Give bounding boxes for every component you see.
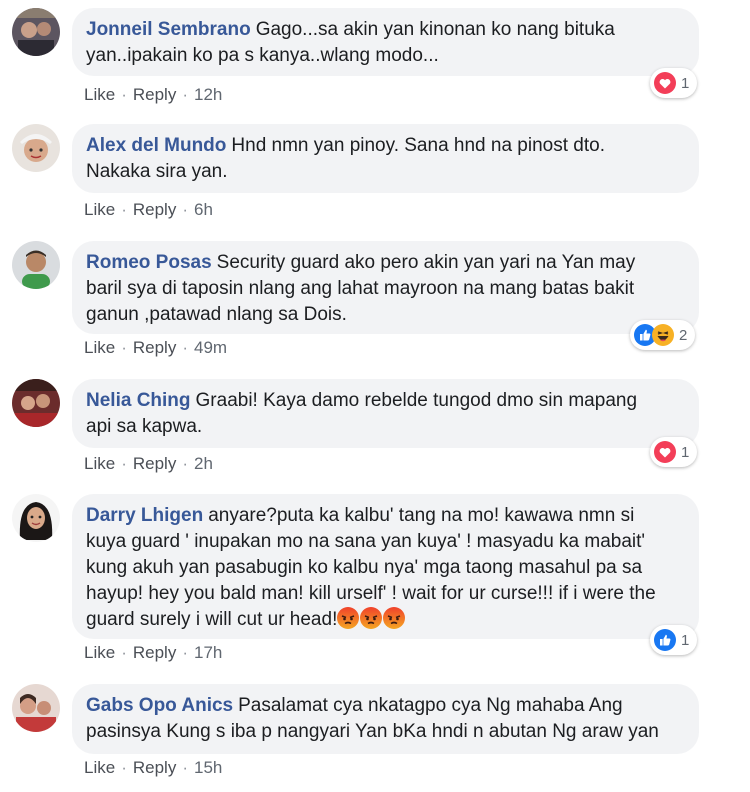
reply-link[interactable]: Reply bbox=[133, 200, 176, 219]
comment-text: Nakaka sira yan. bbox=[86, 161, 228, 182]
comment-actions: Like · Reply · 2h bbox=[84, 454, 213, 473]
avatar[interactable] bbox=[12, 241, 60, 289]
reaction-summary[interactable]: 1 bbox=[650, 437, 698, 467]
avatar[interactable] bbox=[12, 124, 60, 172]
comment-actions: Like · Reply · 6h bbox=[84, 200, 213, 219]
comment-text: kuya guard ' inupakan mo na sana yan kuy… bbox=[86, 531, 646, 552]
reaction-summary[interactable]: 2 bbox=[630, 320, 696, 350]
avatar[interactable] bbox=[12, 684, 60, 732]
like-icon bbox=[654, 629, 676, 651]
timestamp[interactable]: 2h bbox=[194, 454, 213, 473]
comment-bubble: Nelia Ching Graabi! Kaya damo rebelde tun… bbox=[72, 379, 699, 448]
comment-actions: Like · Reply · 49m bbox=[84, 338, 228, 357]
comment-text: yan..ipakain ko pa s kanya..wlang modo..… bbox=[86, 45, 439, 66]
comment-bubble: Romeo Posas Security guard ako pero akin … bbox=[72, 241, 699, 334]
comment-text: anyare?puta ka kalbu' tang na mo! kawawa… bbox=[208, 505, 635, 526]
comment-author[interactable]: Darry Lhigen bbox=[86, 505, 203, 526]
reaction-count: 1 bbox=[681, 631, 690, 649]
angry-face-icon bbox=[337, 607, 360, 629]
comment-author[interactable]: Gabs Opo Anics bbox=[86, 695, 233, 716]
love-icon bbox=[654, 441, 676, 463]
comment-text: Graabi! Kaya damo rebelde tungod dmo sin… bbox=[195, 390, 638, 411]
comment-author[interactable]: Jonneil Sembrano bbox=[86, 19, 251, 40]
reply-link[interactable]: Reply bbox=[133, 85, 176, 104]
comment-text: guard surely i will cut ur head! bbox=[86, 609, 338, 630]
reaction-count: 2 bbox=[679, 326, 688, 344]
reaction-count: 1 bbox=[681, 443, 690, 461]
comment-text: Gago...sa akin yan kinonan ko nang bituk… bbox=[255, 19, 615, 40]
avatar[interactable] bbox=[12, 379, 60, 427]
timestamp[interactable]: 17h bbox=[194, 643, 222, 662]
comment-author[interactable]: Alex del Mundo bbox=[86, 135, 226, 156]
like-link[interactable]: Like bbox=[84, 454, 115, 473]
angry-face-icon bbox=[383, 607, 406, 629]
reaction-summary[interactable]: 1 bbox=[650, 68, 698, 98]
comment-bubble: Jonneil Sembrano Gago...sa akin yan kinon… bbox=[72, 8, 699, 76]
love-icon bbox=[654, 72, 676, 94]
comment-author[interactable]: Nelia Ching bbox=[86, 390, 191, 411]
timestamp[interactable]: 12h bbox=[194, 85, 222, 104]
comment-actions: Like · Reply · 15h bbox=[84, 758, 223, 777]
avatar[interactable] bbox=[12, 494, 60, 542]
reply-link[interactable]: Reply bbox=[133, 758, 176, 777]
like-link[interactable]: Like bbox=[84, 643, 115, 662]
comment-actions: Like · Reply · 12h bbox=[84, 85, 223, 104]
comment-text: Security guard ako pero akin yan yari na… bbox=[216, 252, 636, 273]
comment-bubble: Darry Lhigen anyare?puta ka kalbu' tang n… bbox=[72, 494, 699, 639]
comment-text: hayup! hey you bald man! kill urself' ! … bbox=[86, 583, 656, 604]
reply-link[interactable]: Reply bbox=[133, 338, 176, 357]
avatar[interactable] bbox=[12, 8, 60, 56]
comment-text: Pasalamat cya nkatagpo cya Ng mahaba Ang bbox=[238, 695, 623, 716]
like-link[interactable]: Like bbox=[84, 85, 115, 104]
haha-icon bbox=[652, 324, 674, 346]
timestamp[interactable]: 15h bbox=[194, 758, 222, 777]
comment-text: pasinsya Kung s iba p nangyari Yan bKa h… bbox=[86, 721, 659, 742]
comment-text: Hnd nmn yan pinoy. Sana hnd na pinost dt… bbox=[231, 135, 605, 156]
comment-text: baril sya di taposin nlang ang lahat may… bbox=[86, 278, 635, 299]
like-link[interactable]: Like bbox=[84, 200, 115, 219]
reaction-summary[interactable]: 1 bbox=[650, 625, 698, 655]
reply-link[interactable]: Reply bbox=[133, 643, 176, 662]
reply-link[interactable]: Reply bbox=[133, 454, 176, 473]
like-link[interactable]: Like bbox=[84, 338, 115, 357]
comment-text: api sa kapwa. bbox=[86, 416, 203, 437]
reaction-count: 1 bbox=[681, 74, 690, 92]
comment-text: ganun ,patawad nlang sa Dois. bbox=[86, 304, 347, 325]
comment-text: kung akuh yan pasabugin ko kalbu nya' mg… bbox=[86, 557, 643, 578]
comment-author[interactable]: Romeo Posas bbox=[86, 252, 212, 273]
angry-face-icon bbox=[360, 607, 383, 629]
timestamp[interactable]: 49m bbox=[194, 338, 227, 357]
timestamp[interactable]: 6h bbox=[194, 200, 213, 219]
like-link[interactable]: Like bbox=[84, 758, 115, 777]
comment-actions: Like · Reply · 17h bbox=[84, 643, 223, 662]
comment-bubble: Gabs Opo Anics Pasalamat cya nkatagpo cya… bbox=[72, 684, 699, 754]
comment-bubble: Alex del Mundo Hnd nmn yan pinoy. Sana hn… bbox=[72, 124, 699, 193]
